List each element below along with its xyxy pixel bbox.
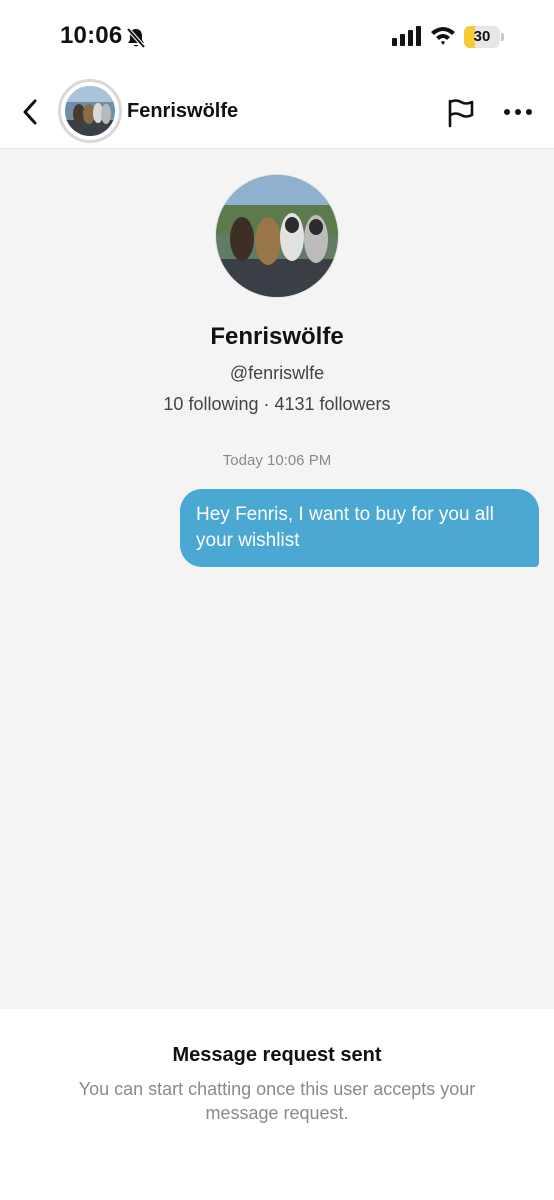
- battery-icon: 30: [464, 26, 504, 48]
- bell-muted-icon: [126, 27, 146, 54]
- battery-level: 30: [473, 28, 491, 45]
- request-status-footer: Message request sent You can start chatt…: [0, 1009, 554, 1200]
- profile-name[interactable]: Fenriswölfe: [0, 323, 554, 351]
- request-sent-title: Message request sent: [172, 1044, 382, 1066]
- status-bar: 10:06 30: [0, 0, 554, 76]
- flag-icon: [448, 99, 474, 128]
- profile-avatar[interactable]: [215, 174, 339, 298]
- back-button[interactable]: [14, 94, 46, 130]
- report-button[interactable]: [444, 96, 478, 130]
- status-time: 10:06: [60, 22, 123, 49]
- sent-message-bubble[interactable]: Hey Fenris, I want to buy for you all yo…: [180, 489, 539, 567]
- message-timestamp: Today 10:06 PM: [222, 452, 332, 469]
- conversation-header: Fenriswölfe: [0, 76, 554, 149]
- more-options-button[interactable]: [500, 100, 536, 124]
- header-avatar[interactable]: [58, 79, 122, 143]
- back-icon: [23, 99, 37, 125]
- more-icon: [504, 109, 532, 115]
- profile-handle: @fenriswlfe: [229, 363, 325, 383]
- signal-icon: [392, 26, 422, 51]
- request-sent-description: You can start chatting once this user ac…: [78, 1079, 476, 1123]
- chat-area[interactable]: Fenriswölfe @fenriswlfe 10 following · 4…: [0, 149, 554, 1009]
- wifi-icon: [430, 24, 456, 51]
- header-username[interactable]: Fenriswölfe: [127, 100, 238, 123]
- profile-stats: 10 following · 4131 followers: [163, 394, 391, 414]
